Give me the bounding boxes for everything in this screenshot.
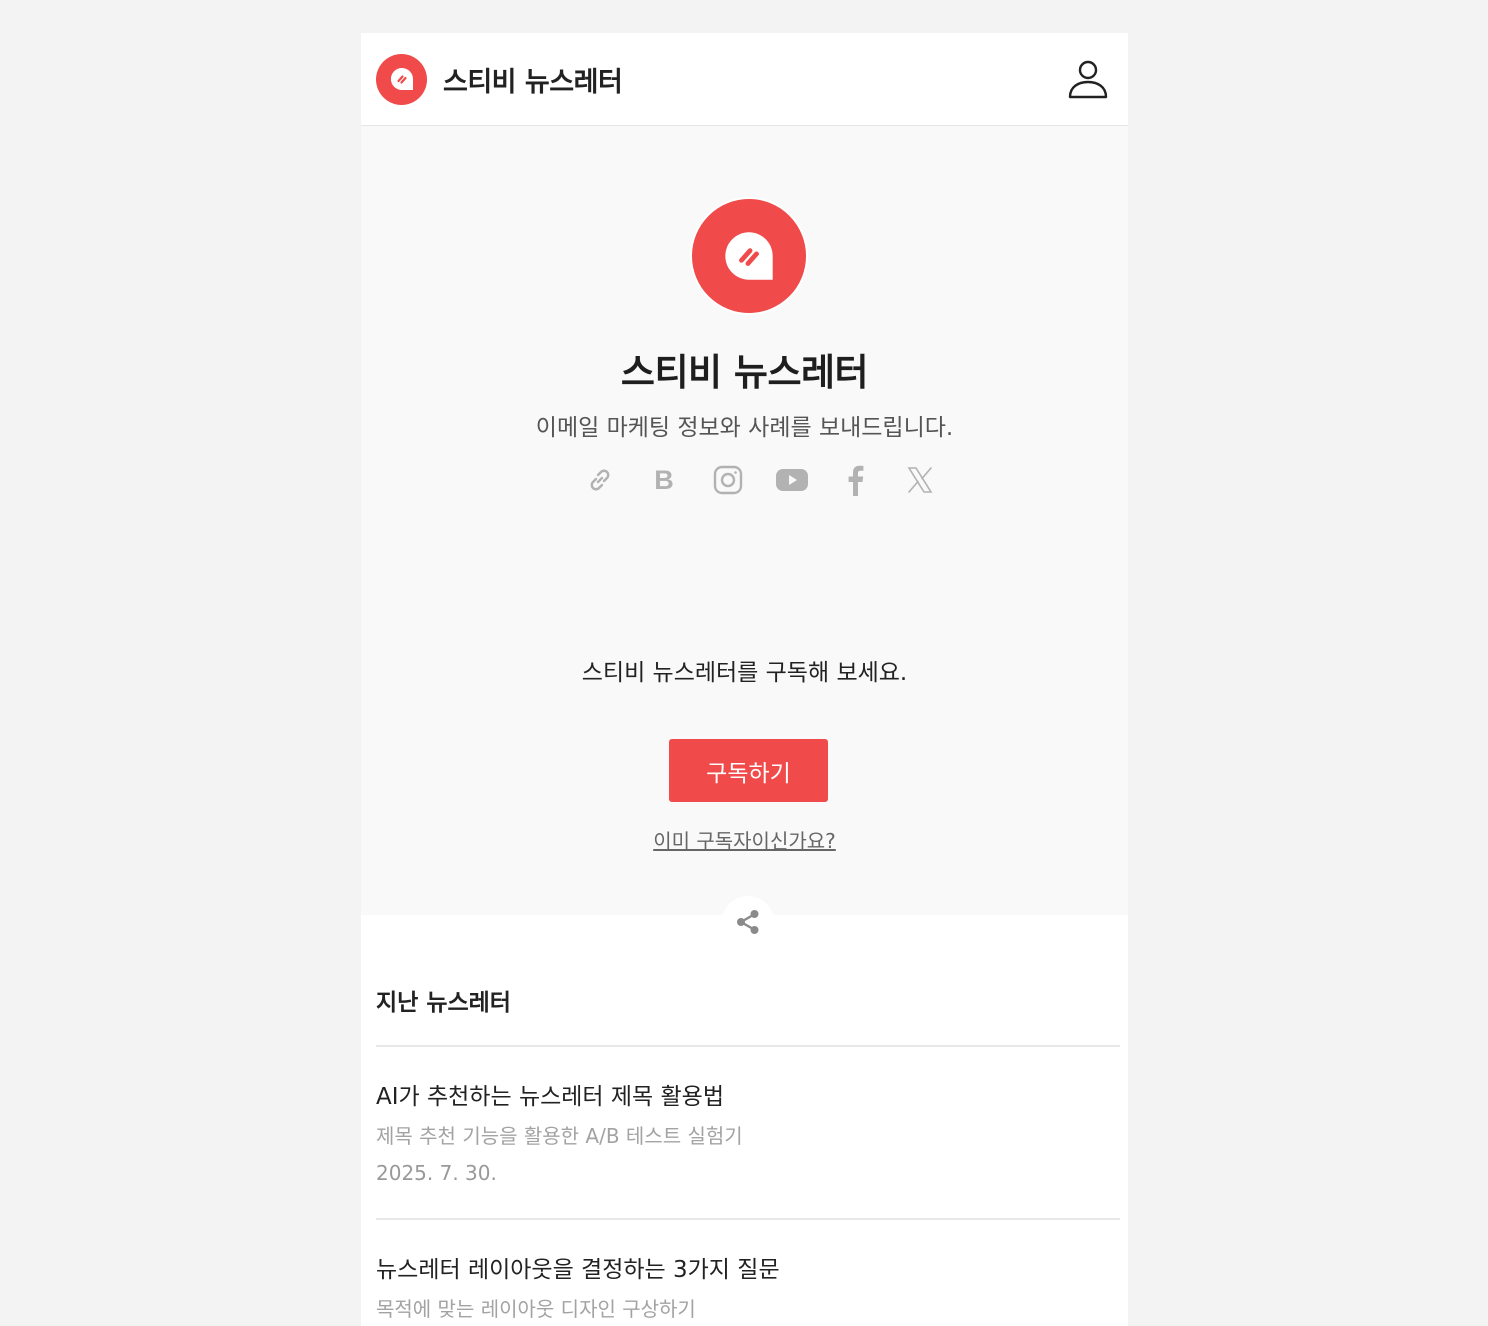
brand-logo-large-icon xyxy=(690,197,808,315)
divider xyxy=(376,1218,1120,1220)
instagram-icon[interactable] xyxy=(696,464,760,496)
newsletter-title: 스티비 뉴스레터 xyxy=(620,351,869,394)
blog-icon[interactable]: B xyxy=(632,464,696,496)
hero-section: 스티비 뉴스레터 이메일 마케팅 정보와 사례를 보내드립니다. B 스티비 뉴… xyxy=(361,126,1128,948)
subscribe-button[interactable]: 구독하기 xyxy=(669,739,828,802)
past-newsletters-heading: 지난 뉴스레터 xyxy=(376,990,511,1016)
facebook-icon[interactable] xyxy=(824,464,888,496)
x-icon[interactable] xyxy=(888,464,952,496)
newsletter-page: 스티비 뉴스레터 스티비 뉴스레터 이메일 마케팅 정보와 사례를 보내드립니다… xyxy=(361,33,1128,1326)
user-account-icon[interactable] xyxy=(1066,57,1110,101)
social-links: B xyxy=(568,464,952,496)
item-date: 2025. 7. 30. xyxy=(376,1161,497,1185)
top-header: 스티비 뉴스레터 xyxy=(361,33,1128,126)
share-icon[interactable] xyxy=(722,896,774,948)
already-subscribed-link[interactable]: 이미 구독자이신가요? xyxy=(361,825,1128,854)
blog-letter: B xyxy=(654,464,674,495)
brand-logo-icon[interactable] xyxy=(376,53,427,105)
newsletter-description: 이메일 마케팅 정보와 사례를 보내드립니다. xyxy=(535,415,954,441)
subscribe-prompt: 스티비 뉴스레터를 구독해 보세요. xyxy=(581,660,908,686)
item-subtitle: 목적에 맞는 레이아웃 디자인 구상하기 xyxy=(376,1297,696,1321)
youtube-icon[interactable] xyxy=(760,464,824,496)
item-subtitle: 제목 추천 기능을 활용한 A/B 테스트 실험기 xyxy=(376,1124,743,1148)
item-title[interactable]: AI가 추천하는 뉴스레터 제목 활용법 xyxy=(376,1077,724,1111)
link-icon[interactable] xyxy=(568,464,632,496)
header-title[interactable]: 스티비 뉴스레터 xyxy=(443,60,623,99)
divider xyxy=(376,1045,1120,1047)
item-title[interactable]: 뉴스레터 레이아웃을 결정하는 3가지 질문 xyxy=(376,1250,780,1284)
